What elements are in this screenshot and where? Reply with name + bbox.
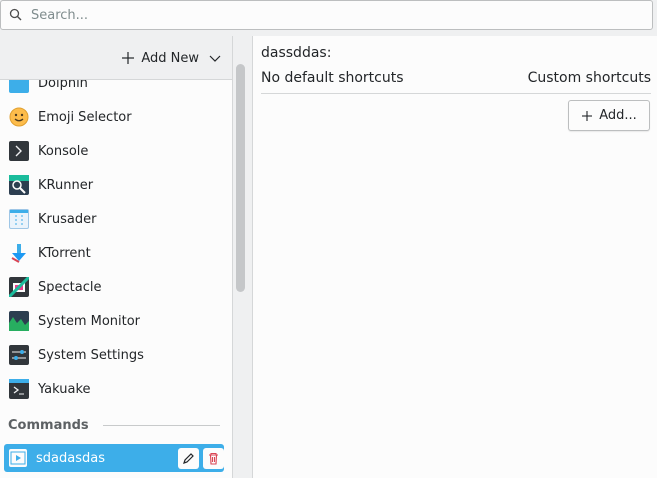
component-title: dassddas: (261, 45, 332, 61)
list-item-label: Dolphin (38, 80, 88, 91)
section-label: Commands (8, 417, 89, 433)
shortcuts-list-pane: Dolphin Emoji Selector Konsole KRunner K… (0, 36, 233, 478)
list-item-dolphin[interactable]: Dolphin (0, 80, 230, 100)
list-item-system-settings[interactable]: System Settings (0, 338, 230, 372)
custom-shortcuts-label: Custom shortcuts (527, 70, 651, 86)
list-item-system-monitor[interactable]: System Monitor (0, 304, 230, 338)
list-item-emoji-selector[interactable]: Emoji Selector (0, 100, 230, 134)
list-item-krunner[interactable]: KRunner (0, 168, 230, 202)
shortcut-details-pane: dassddas: No default shortcuts Custom sh… (253, 36, 657, 478)
trash-icon (209, 452, 218, 465)
commands-section-header: Commands (0, 406, 230, 444)
edit-button[interactable] (178, 447, 199, 469)
emoji-icon (9, 107, 29, 127)
konsole-icon (9, 141, 29, 161)
application-list: Dolphin Emoji Selector Konsole KRunner K… (0, 80, 232, 478)
list-item-label: System Settings (38, 347, 144, 363)
add-shortcut-label: Add... (599, 108, 637, 123)
search-icon (1, 8, 31, 22)
list-item-spectacle[interactable]: Spectacle (0, 270, 230, 304)
spectacle-icon (9, 277, 29, 297)
list-item-label: System Monitor (38, 313, 141, 329)
list-item-command-selected[interactable]: sdadasdas (4, 444, 224, 472)
krusader-icon (9, 209, 29, 229)
list-item-yakuake[interactable]: Yakuake (0, 372, 230, 406)
ktorrent-icon (9, 243, 29, 263)
chevron-down-icon (209, 55, 221, 62)
list-item-ktorrent[interactable]: KTorrent (0, 236, 230, 270)
system-settings-icon (9, 345, 29, 365)
command-icon (9, 449, 27, 467)
dolphin-icon (9, 80, 29, 93)
system-monitor-icon (9, 311, 29, 331)
list-item-label: KTorrent (38, 245, 91, 261)
list-scrollbar[interactable] (236, 64, 245, 292)
list-item-label: Emoji Selector (38, 109, 132, 125)
shortcuts-header: No default shortcuts Custom shortcuts (261, 70, 651, 94)
section-divider (102, 424, 220, 426)
list-item-konsole[interactable]: Konsole (0, 134, 230, 168)
list-item-label: Konsole (38, 143, 89, 159)
search-input[interactable] (31, 1, 652, 29)
list-item-label: Krusader (38, 211, 97, 227)
list-item-label: KRunner (38, 177, 94, 193)
default-shortcuts-label: No default shortcuts (261, 70, 404, 86)
add-shortcut-button[interactable]: Add... (568, 100, 650, 131)
add-new-button[interactable]: Add New (121, 45, 221, 71)
list-item-label: Yakuake (38, 381, 91, 397)
plus-icon (122, 52, 135, 64)
list-header-toolbar: Add New (0, 36, 232, 80)
add-new-label: Add New (141, 50, 199, 66)
pencil-icon (183, 452, 194, 464)
delete-button[interactable] (203, 447, 224, 469)
search-field[interactable] (0, 0, 653, 30)
yakuake-icon (9, 379, 29, 399)
plus-icon (582, 110, 593, 121)
list-item-label: sdadasdas (36, 450, 105, 466)
list-item-krusader[interactable]: Krusader (0, 202, 230, 236)
krunner-icon (9, 175, 29, 195)
list-item-label: Spectacle (38, 279, 102, 295)
